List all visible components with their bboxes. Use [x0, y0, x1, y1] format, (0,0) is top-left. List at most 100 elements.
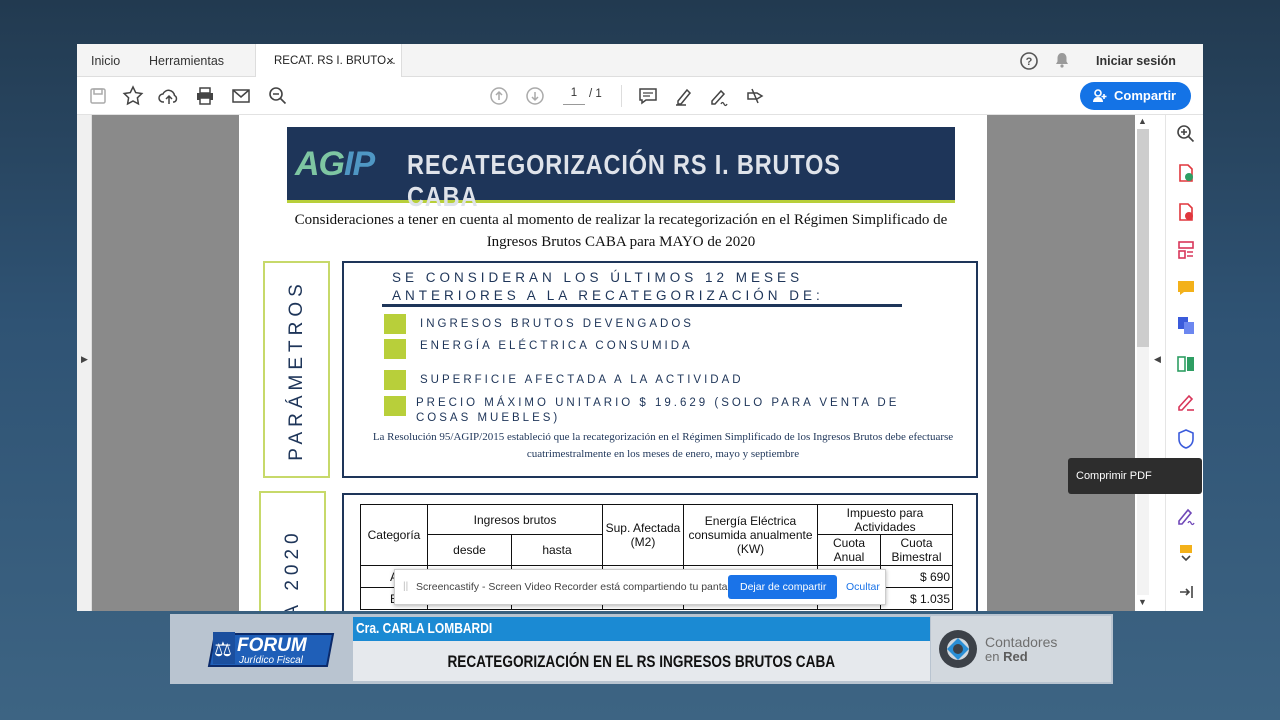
screencastify-message: Screencastify - Screen Video Recorder es… — [416, 581, 741, 593]
highlight-pen-icon[interactable] — [672, 84, 696, 108]
zoom-out-icon[interactable] — [266, 84, 290, 108]
banner-title: RECATEGORIZACIÓN RS I. BRUTOS CABA — [407, 149, 841, 212]
table-header: hasta — [511, 534, 603, 566]
zoom-in-icon[interactable] — [1175, 123, 1197, 145]
bullet-square — [384, 396, 406, 416]
menu-home[interactable]: Inicio — [91, 54, 120, 68]
list-item-text: SUPERFICIE AFECTADA A LA ACTIVIDAD — [420, 374, 744, 386]
save-icon[interactable] — [86, 84, 110, 108]
pdf-page: AGIP RECATEGORIZACIÓN RS I. BRUTOS CABA … — [239, 115, 987, 611]
star-icon[interactable] — [121, 84, 145, 108]
send-for-signature-icon[interactable] — [1175, 504, 1197, 526]
toolbar: 1 / 1 Compartir — [77, 77, 1203, 115]
bullet-square — [384, 314, 406, 334]
signin-link[interactable]: Iniciar sesión — [1096, 54, 1176, 68]
list-item-text: INGRESOS BRUTOS DEVENGADOS — [420, 318, 694, 330]
year-label-box: A 2020 — [259, 491, 326, 611]
toolbar-divider — [621, 85, 622, 107]
scroll-thumb[interactable] — [1137, 129, 1149, 347]
collapse-sidebar-icon[interactable] — [1175, 581, 1197, 603]
bell-icon[interactable] — [1053, 51, 1071, 72]
share-label: Compartir — [1114, 88, 1177, 103]
stop-sharing-button[interactable]: Dejar de compartir — [728, 575, 837, 599]
tab-close-icon[interactable]: × — [386, 53, 394, 68]
table-header: Impuesto para Actividades — [817, 504, 953, 535]
document-tab[interactable]: RECAT. RS I. BRUTO... × — [255, 44, 402, 77]
table-header: Sup. Afectada (M2) — [602, 504, 684, 566]
tools-sidebar — [1165, 115, 1203, 611]
upload-cloud-icon[interactable] — [157, 84, 181, 108]
comment-icon[interactable] — [636, 84, 660, 108]
vertical-scrollbar[interactable]: ▲ ▼ ◀ — [1135, 115, 1165, 611]
table-header: Cuota Bimestral — [880, 534, 953, 566]
create-pdf-icon[interactable] — [1175, 201, 1197, 223]
parametros-label: PARÁMETROS — [285, 278, 307, 461]
forum-logo: ⚖ FORUM Jurídico Fiscal — [205, 624, 339, 674]
forum-logo-bottom: Jurídico Fiscal — [238, 655, 304, 666]
document-tab-title: RECAT. RS I. BRUTO... — [274, 55, 396, 67]
brand-line1: Contadores — [985, 634, 1058, 650]
camera-aperture-icon — [939, 630, 977, 668]
organize-pages-icon[interactable] — [1175, 239, 1197, 261]
parametros-box: SE CONSIDERAN LOS ÚLTIMOS 12 MESES ANTER… — [342, 261, 978, 478]
page-number-input[interactable]: 1 — [563, 87, 585, 105]
agip-banner: AGIP RECATEGORIZACIÓN RS I. BRUTOS CABA — [287, 127, 955, 212]
drag-grip-icon[interactable]: || — [403, 581, 408, 592]
parametros-heading: SE CONSIDERAN LOS ÚLTIMOS 12 MESES ANTER… — [392, 270, 824, 303]
list-item-text: ENERGÍA ELÉCTRICA CONSUMIDA — [420, 340, 693, 352]
acrobat-window: Inicio Herramientas RECAT. RS I. BRUTO..… — [77, 44, 1203, 611]
tooltip: Comprimir PDF — [1068, 458, 1202, 494]
forum-logo-top: FORUM — [237, 635, 308, 656]
sign-icon[interactable] — [707, 84, 731, 108]
bullet-square — [384, 370, 406, 390]
fill-sign-tool-icon[interactable] — [1175, 391, 1197, 413]
help-icon[interactable]: ? — [1019, 51, 1039, 74]
table-header: Cuota Anual — [817, 534, 881, 566]
brand-line2-a: en — [985, 649, 1004, 664]
left-panel-toggle[interactable]: ▶ — [77, 115, 92, 611]
agip-logo: AGIP — [295, 145, 375, 184]
collapse-right-panel-icon[interactable]: ◀ — [1154, 354, 1161, 365]
heading-underline — [382, 304, 902, 307]
fill-sign-icon[interactable] — [743, 84, 767, 108]
print-icon[interactable] — [193, 84, 217, 108]
export-pdf-icon[interactable] — [1175, 162, 1197, 184]
contadores-en-red-logo: Contadores en Red — [931, 616, 1111, 682]
parametros-label-box: PARÁMETROS — [263, 261, 330, 478]
svg-text:⚖: ⚖ — [214, 639, 232, 661]
hide-button[interactable]: Ocultar — [846, 581, 880, 593]
more-tools-icon[interactable] — [1175, 542, 1197, 564]
agip-logo-a: AG — [295, 145, 345, 183]
next-page-icon[interactable] — [523, 84, 547, 108]
bullet-square — [384, 339, 406, 359]
screencastify-banner: || Screencastify - Screen Video Recorder… — [394, 569, 886, 605]
brand-line2-b: Red — [1003, 649, 1028, 664]
table-header: Ingresos brutos — [427, 504, 603, 535]
expand-left-icon[interactable]: ▶ — [81, 354, 88, 365]
scroll-down-icon[interactable]: ▼ — [1138, 597, 1147, 607]
table-header: desde — [427, 534, 512, 566]
table-cell: $ 690 — [880, 565, 953, 588]
resolution-note: La Resolución 95/AGIP/2015 estableció qu… — [372, 431, 954, 460]
brand-line2: en Red — [985, 649, 1028, 664]
menu-bar: Inicio Herramientas RECAT. RS I. BRUTO..… — [77, 44, 1203, 77]
document-viewport[interactable]: ▶ AGIP RECATEGORIZACIÓN RS I. BRUTOS CAB… — [77, 115, 1165, 611]
speaker-name: Cra. CARLA LOMBARDI — [356, 620, 493, 637]
table-cell: $ 1.035 — [880, 587, 953, 610]
topic-bar: RECATEGORIZACIÓN EN EL RS INGRESOS BRUTO… — [353, 641, 930, 681]
intro-text: Consideraciones a tener en cuenta al mom… — [294, 212, 948, 250]
combine-files-icon[interactable] — [1175, 314, 1197, 336]
comment-tool-icon[interactable] — [1175, 277, 1197, 299]
share-button[interactable]: Compartir — [1080, 82, 1191, 110]
email-icon[interactable] — [229, 84, 253, 108]
menu-tools[interactable]: Herramientas — [149, 54, 224, 68]
table-header: Categoría — [360, 504, 428, 566]
prev-page-icon[interactable] — [487, 84, 511, 108]
compare-files-icon[interactable] — [1175, 353, 1197, 375]
agip-logo-b: IP — [344, 145, 375, 183]
speaker-name-bar: Cra. CARLA LOMBARDI — [353, 617, 930, 641]
topic-title: RECATEGORIZACIÓN EN EL RS INGRESOS BRUTO… — [447, 652, 836, 671]
svg-text:?: ? — [1026, 56, 1033, 68]
protect-icon[interactable] — [1175, 428, 1197, 450]
scroll-up-icon[interactable]: ▲ — [1138, 116, 1147, 126]
